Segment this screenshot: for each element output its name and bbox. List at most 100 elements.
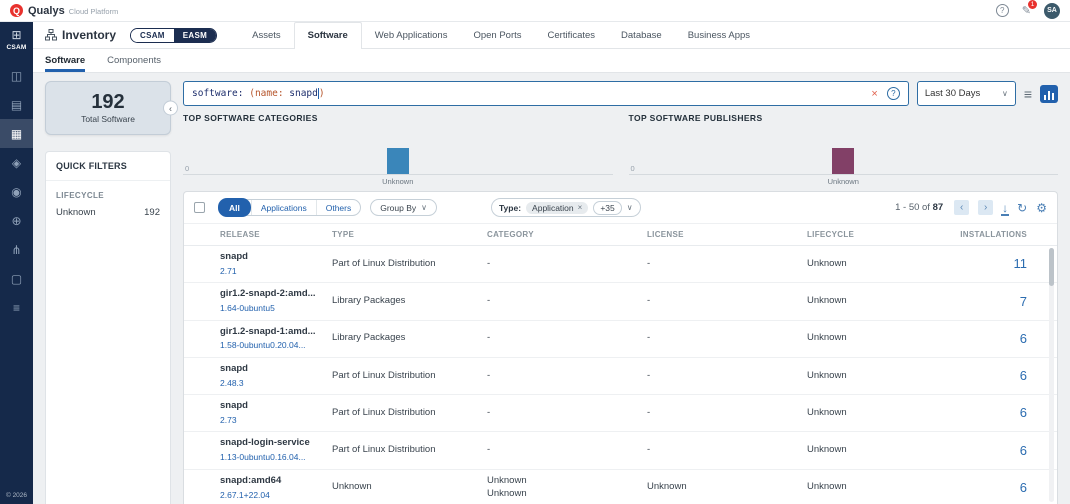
network-icon[interactable]: ⊕ — [0, 206, 33, 235]
module-picker[interactable]: ⊞ CSAM — [7, 29, 27, 51]
category-cell: - — [487, 295, 491, 307]
group-by-button[interactable]: Group By ∨ — [370, 199, 437, 216]
table-row[interactable]: gir1.2-snapd-1:amd... 1.58-0ubuntu0.20.04… — [184, 321, 1057, 358]
software-name-link[interactable]: snapd — [220, 400, 324, 413]
header-type[interactable]: TYPE — [332, 230, 487, 239]
header-license[interactable]: LICENSE — [647, 230, 807, 239]
header-lifecycle[interactable]: LIFECYCLE — [807, 230, 957, 239]
remove-type-filter-icon[interactable]: × — [578, 203, 583, 212]
download-icon[interactable]: ↓ — [1001, 201, 1010, 216]
type-filter[interactable]: Type: Application × +35 ∨ — [491, 198, 641, 217]
sensors-icon[interactable]: ◉ — [0, 177, 33, 206]
installations-link[interactable]: 6 — [957, 330, 1057, 348]
apps-grid-icon: ⊞ — [11, 28, 22, 42]
software-version-link[interactable]: 1.64-0ubuntu5 — [220, 303, 324, 314]
software-version-link[interactable]: 1.13-0ubuntu0.16.04... — [220, 452, 324, 463]
tags-icon[interactable]: ◈ — [0, 148, 33, 177]
category-cell: - — [487, 369, 491, 381]
installations-link[interactable]: 7 — [957, 293, 1057, 311]
tab-certificates[interactable]: Certificates — [535, 22, 609, 49]
header-installations[interactable]: INSTALLATIONS — [957, 230, 1057, 239]
filter-pill-others[interactable]: Others — [315, 200, 361, 215]
assets-icon[interactable]: ◫ — [0, 61, 33, 90]
header-category[interactable]: CATEGORY — [487, 230, 647, 239]
table-row[interactable]: snapd 2.73 Part of Linux Distribution - - Unk… — [184, 395, 1057, 433]
release-cell: snapd 2.73 — [220, 400, 332, 426]
category-bar[interactable] — [386, 148, 409, 174]
gear-icon[interactable]: ⚙ — [1036, 201, 1047, 215]
select-all-checkbox[interactable] — [194, 202, 205, 213]
publisher-bar[interactable] — [832, 148, 855, 174]
time-range-select[interactable]: Last 30 Days ∨ — [916, 81, 1016, 106]
tab-software[interactable]: Software — [293, 21, 362, 50]
quick-filter-item-unknown[interactable]: Unknown 192 — [46, 205, 170, 220]
search-input[interactable]: software: (name: snapd) × ? — [183, 81, 909, 106]
table-row[interactable]: snapd 2.48.3 Part of Linux Distribution - - U… — [184, 358, 1057, 396]
tab-business-apps[interactable]: Business Apps — [675, 22, 763, 49]
module-pill-easm[interactable]: EASM — [173, 28, 217, 42]
installations-link[interactable]: 6 — [957, 367, 1057, 385]
installations-link[interactable]: 6 — [957, 404, 1057, 422]
software-name-link[interactable]: snapd:amd64 — [220, 475, 324, 488]
settings-icon[interactable]: ≡ — [0, 293, 33, 322]
software-version-link[interactable]: 2.71 — [220, 266, 324, 277]
software-version-link[interactable]: 2.48.3 — [220, 378, 324, 389]
refresh-icon[interactable]: ↻ — [1017, 201, 1027, 215]
license-cell: - — [647, 369, 651, 381]
software-name-link[interactable]: gir1.2-snapd-2:amd... — [220, 288, 324, 301]
tab-assets[interactable]: Assets — [239, 22, 294, 49]
scrollbar-thumb[interactable] — [1049, 248, 1054, 286]
installations-link[interactable]: 6 — [957, 479, 1057, 497]
table-toolbar: All Applications Others Group By ∨ Type: A… — [184, 192, 1057, 223]
table-row[interactable]: snapd 2.71 Part of Linux Distribution - - Unk… — [184, 246, 1057, 284]
qualys-logo-icon: Q — [10, 4, 23, 17]
list-view-icon[interactable]: ≡ — [1024, 86, 1032, 102]
tab-web-applications[interactable]: Web Applications — [362, 22, 461, 49]
table-row[interactable]: gir1.2-snapd-2:amd... 1.64-0ubuntu5 Librar… — [184, 283, 1057, 321]
clear-search-icon[interactable]: × — [871, 88, 877, 100]
software-name-link[interactable]: gir1.2-snapd-1:amd... — [220, 326, 324, 339]
prev-page-button[interactable]: ‹ — [954, 200, 970, 215]
collapse-panel-button[interactable]: ‹ — [163, 100, 178, 116]
module-pill-csam[interactable]: CSAM — [131, 28, 174, 42]
query-help-icon[interactable]: ? — [886, 87, 900, 100]
software-version-link[interactable]: 2.73 — [220, 415, 324, 426]
subtab-components[interactable]: Components — [107, 55, 161, 72]
scrollbar-track[interactable] — [1049, 248, 1054, 502]
filter-pill-applications[interactable]: Applications — [250, 200, 316, 215]
lifecycle-cell: Unknown — [807, 406, 847, 418]
help-icon[interactable]: ? — [995, 4, 1009, 17]
inventory-icon[interactable]: ▦ — [0, 119, 33, 148]
chart-view-button[interactable] — [1040, 84, 1058, 103]
type-chip-more[interactable]: +35 — [593, 200, 622, 215]
subtab-software[interactable]: Software — [45, 55, 86, 72]
tab-open-ports[interactable]: Open Ports — [460, 22, 534, 49]
tab-database[interactable]: Database — [608, 22, 675, 49]
software-version-link[interactable]: 2.67.1+22.04 — [220, 490, 324, 501]
total-software-label: Total Software — [81, 114, 135, 124]
type-chip-application[interactable]: Application × — [526, 201, 589, 214]
software-version-link[interactable]: 1.58-0ubuntu0.20.04... — [220, 340, 324, 351]
page-header: Inventory CSAM EASM Assets Software Web App… — [33, 21, 1070, 50]
filter-pill-all[interactable]: All — [218, 198, 251, 217]
left-panel: 192 Total Software ‹ QUICK FILTERS LIFEC… — [45, 81, 178, 504]
lifecycle-cell: Unknown — [807, 444, 847, 456]
software-name-link[interactable]: snapd — [220, 251, 324, 264]
applications-icon[interactable]: ▤ — [0, 90, 33, 119]
installations-link[interactable]: 6 — [957, 442, 1057, 460]
header-release[interactable]: RELEASE — [220, 230, 332, 239]
y-axis-zero-label: 0 — [630, 164, 635, 173]
chart-plot: 0 Unknown — [183, 135, 613, 186]
user-avatar[interactable]: SA — [1044, 2, 1060, 19]
next-page-button[interactable]: › — [978, 200, 994, 215]
search-query[interactable]: software: (name: snapd) — [192, 88, 325, 99]
software-name-link[interactable]: snapd — [220, 363, 324, 376]
table-row[interactable]: snapd-login-service 1.13-0ubuntu0.16.04..… — [184, 432, 1057, 470]
notifications-icon[interactable]: ✎ 1 — [1022, 0, 1037, 17]
category-cell: - — [487, 257, 491, 269]
software-name-link[interactable]: snapd-login-service — [220, 437, 324, 450]
reports-icon[interactable]: ▢ — [0, 264, 33, 293]
installations-link[interactable]: 11 — [957, 255, 1057, 273]
table-row[interactable]: snapd:amd64 2.67.1+22.04 Unknown Unknown Unk… — [184, 470, 1057, 504]
connectors-icon[interactable]: ⋔ — [0, 235, 33, 264]
